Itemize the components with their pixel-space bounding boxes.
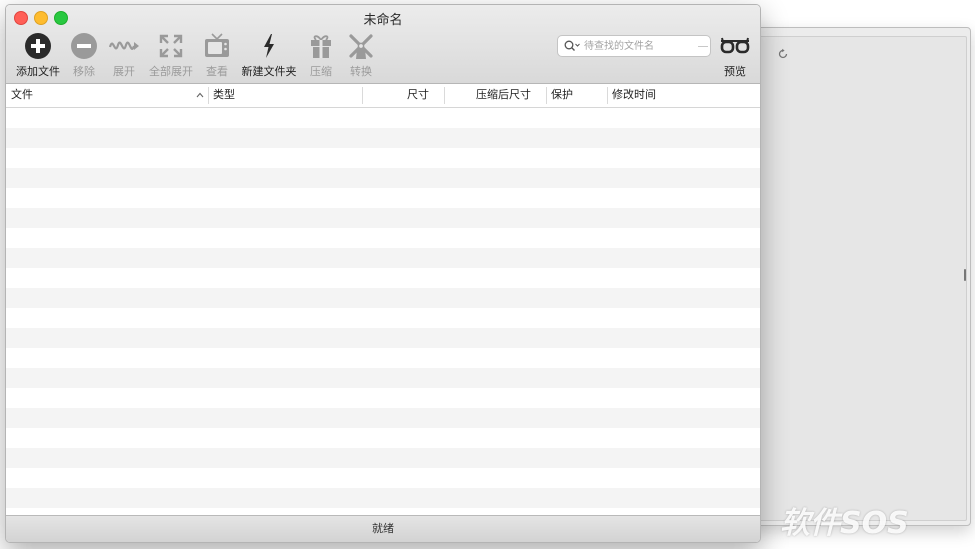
expand-all-label: 全部展开 <box>149 65 193 78</box>
drawer-content-area <box>759 36 967 521</box>
gift-icon <box>311 35 331 58</box>
remove-label: 移除 <box>73 65 95 78</box>
sort-ascending-icon[interactable] <box>196 92 204 98</box>
search-icon[interactable] <box>564 40 580 52</box>
column-header-file[interactable]: 文件 <box>11 84 33 107</box>
new-folder-button[interactable]: 新建文件夹 <box>238 32 300 79</box>
column-divider[interactable] <box>546 87 547 104</box>
add-icon <box>25 33 51 59</box>
table-row <box>6 208 760 228</box>
preview-button[interactable]: 预览 <box>718 32 752 79</box>
view-label: 查看 <box>206 65 228 78</box>
side-drawer-panel <box>748 27 971 526</box>
table-row <box>6 168 760 188</box>
column-divider[interactable] <box>208 87 209 104</box>
remove-button[interactable]: 移除 <box>66 32 102 79</box>
new-folder-label: 新建文件夹 <box>241 65 297 78</box>
table-row <box>6 468 760 488</box>
column-divider[interactable] <box>444 87 445 104</box>
add-file-label: 添加文件 <box>16 65 60 78</box>
column-divider[interactable] <box>607 87 608 104</box>
search-input[interactable] <box>584 38 684 54</box>
table-row <box>6 388 760 408</box>
column-divider[interactable] <box>362 87 363 104</box>
table-header: 文件 类型 尺寸 压缩后尺寸 保护 修改时间 <box>6 84 760 108</box>
watermark-logo: 软件SOS <box>780 506 909 541</box>
column-header-size[interactable]: 尺寸 <box>364 84 429 107</box>
table-row <box>6 408 760 428</box>
table-row <box>6 288 760 308</box>
table-row <box>6 128 760 148</box>
search-field[interactable] <box>557 35 711 57</box>
window-title: 未命名 <box>363 13 403 28</box>
expand-all-icon <box>159 34 183 58</box>
table-row <box>6 368 760 388</box>
table-row <box>6 228 760 248</box>
compress-label: 压缩 <box>310 65 332 78</box>
file-list[interactable] <box>6 108 760 515</box>
expand-button[interactable]: 展开 <box>106 32 142 79</box>
main-window: 未命名 添加文件 移除 展开 全部展开 查看 新建文件夹 压缩 转换 待查找的文… <box>5 4 761 543</box>
refresh-icon[interactable] <box>777 48 789 60</box>
table-row <box>6 268 760 288</box>
column-header-compressed-size[interactable]: 压缩后尺寸 <box>446 84 531 107</box>
table-row <box>6 508 760 515</box>
table-row <box>6 448 760 468</box>
view-button[interactable]: 查看 <box>200 32 234 79</box>
convert-button[interactable]: 转换 <box>342 32 380 79</box>
drawer-resize-handle[interactable] <box>964 269 966 281</box>
table-row <box>6 108 760 128</box>
search-clear-mark <box>698 46 708 47</box>
table-row <box>6 188 760 208</box>
column-header-modified-time[interactable]: 修改时间 <box>612 84 656 107</box>
windmill-icon <box>349 34 373 59</box>
table-row <box>6 488 760 508</box>
column-header-type[interactable]: 类型 <box>213 84 235 107</box>
remove-icon <box>71 33 97 59</box>
table-row <box>6 328 760 348</box>
toolbar: 未命名 添加文件 移除 展开 全部展开 查看 新建文件夹 压缩 转换 待查找的文… <box>6 5 760 84</box>
glasses-icon <box>720 37 750 54</box>
add-file-button[interactable]: 添加文件 <box>10 32 66 79</box>
expand-label: 展开 <box>113 65 135 78</box>
convert-label: 转换 <box>350 65 372 78</box>
table-row <box>6 248 760 268</box>
preview-label: 预览 <box>724 65 746 78</box>
table-row <box>6 148 760 168</box>
table-row <box>6 308 760 328</box>
table-row <box>6 428 760 448</box>
expand-all-button[interactable]: 全部展开 <box>146 32 196 79</box>
expand-icon <box>108 41 139 50</box>
tv-icon <box>205 33 229 57</box>
table-row <box>6 348 760 368</box>
compress-button[interactable]: 压缩 <box>304 32 338 79</box>
status-bar: 就绪 <box>6 515 760 542</box>
lightning-icon <box>264 34 274 58</box>
column-header-protection[interactable]: 保护 <box>551 84 573 107</box>
